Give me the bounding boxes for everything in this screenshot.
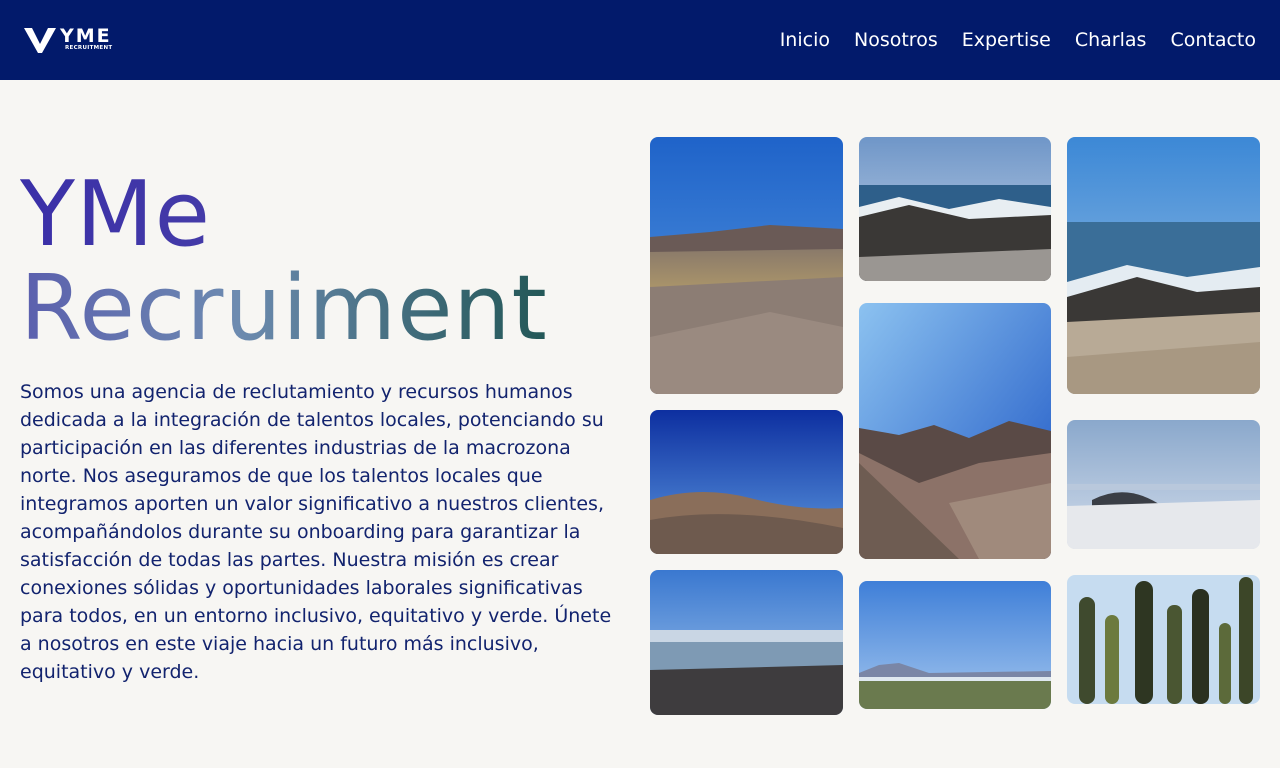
gallery-photo-ocean-rocks <box>1067 137 1260 394</box>
hero-title: YMe Recruiment <box>20 168 640 356</box>
hero-description: Somos una agencia de reclutamiento y rec… <box>20 381 612 683</box>
gallery-photo-salt-flat <box>1067 420 1260 549</box>
top-navbar: YME RECRUITMENT Inicio Nosotros Expertis… <box>0 0 1280 80</box>
brand-logo[interactable]: YME RECRUITMENT <box>24 26 128 56</box>
nav-link-contacto[interactable]: Contacto <box>1170 28 1256 52</box>
gallery-photo-mountain-lake <box>859 581 1051 709</box>
nav-link-nosotros[interactable]: Nosotros <box>854 28 938 52</box>
main-nav: Inicio Nosotros Expertise Charlas Contac… <box>780 0 1256 80</box>
hero-title-line-2: Recruiment <box>20 262 640 356</box>
gallery-photo-desert-plain <box>650 137 843 394</box>
yme-logo-icon <box>24 28 56 53</box>
nav-link-charlas[interactable]: Charlas <box>1075 28 1147 52</box>
hero-title-line-1: YMe <box>20 168 640 262</box>
gallery-photo-salt-lake <box>650 570 843 715</box>
nav-link-inicio[interactable]: Inicio <box>780 28 830 52</box>
nav-link-expertise[interactable]: Expertise <box>962 28 1051 52</box>
gallery-photo-cacti <box>1067 575 1260 704</box>
logo-subtitle: RECRUITMENT <box>65 45 113 51</box>
gallery-photo-rocky-coast <box>859 137 1051 281</box>
logo-wordmark: YME <box>60 25 112 47</box>
gallery-photo-valley <box>859 303 1051 559</box>
gallery-photo-hills <box>650 410 843 554</box>
